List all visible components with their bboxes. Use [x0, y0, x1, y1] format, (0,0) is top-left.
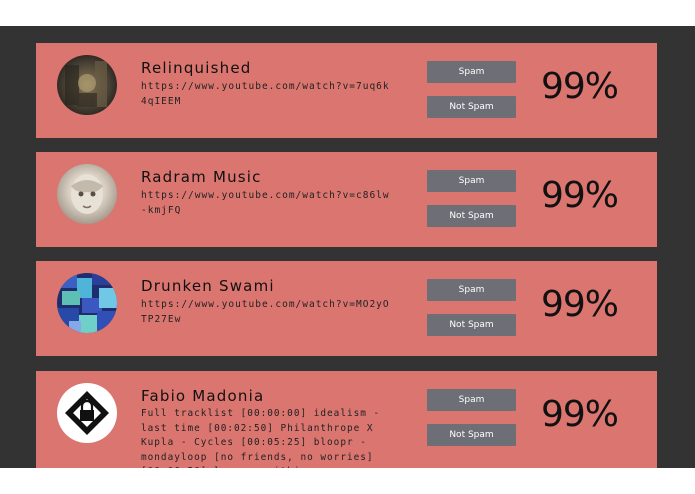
spam-button[interactable]: Spam — [427, 170, 516, 192]
spam-score: 99% — [541, 284, 619, 325]
comment-author: Fabio Madonia — [141, 387, 265, 405]
not-spam-button[interactable]: Not Spam — [427, 96, 516, 118]
avatar-photo-icon — [57, 273, 117, 333]
spam-score: 99% — [541, 175, 619, 216]
comment-author: Drunken Swami — [141, 277, 275, 295]
comment-card: Fabio Madonia Full tracklist [00:00:00] … — [36, 371, 657, 468]
avatar-logo-icon — [57, 383, 117, 443]
spam-score: 99% — [541, 66, 619, 107]
not-spam-button[interactable]: Not Spam — [427, 205, 516, 227]
spam-button[interactable]: Spam — [427, 279, 516, 301]
not-spam-button[interactable]: Not Spam — [427, 314, 516, 336]
not-spam-button[interactable]: Not Spam — [427, 424, 516, 446]
avatar — [57, 164, 117, 224]
avatar-photo-icon — [57, 55, 117, 115]
avatar-photo-icon — [57, 164, 117, 224]
comment-author: Radram Music — [141, 168, 262, 186]
comment-card: Drunken Swami https://www.youtube.com/wa… — [36, 261, 657, 356]
comment-author: Relinquished — [141, 59, 252, 77]
comment-text: Full tracklist [00:00:00] idealism - las… — [141, 408, 381, 468]
comment-card: Relinquished https://www.youtube.com/wat… — [36, 43, 657, 138]
comment-text: https://www.youtube.com/watch?v=c86lw-km… — [141, 190, 390, 216]
avatar — [57, 273, 117, 333]
comment-text: https://www.youtube.com/watch?v=MO2yOTP2… — [141, 299, 390, 325]
avatar — [57, 383, 117, 443]
avatar — [57, 55, 117, 115]
comment-text: https://www.youtube.com/watch?v=7uq6k4qI… — [141, 81, 390, 107]
spam-score: 99% — [541, 394, 619, 435]
comment-list: Relinquished https://www.youtube.com/wat… — [0, 26, 695, 468]
spam-button[interactable]: Spam — [427, 389, 516, 411]
comment-card: Radram Music https://www.youtube.com/wat… — [36, 152, 657, 247]
spam-button[interactable]: Spam — [427, 61, 516, 83]
